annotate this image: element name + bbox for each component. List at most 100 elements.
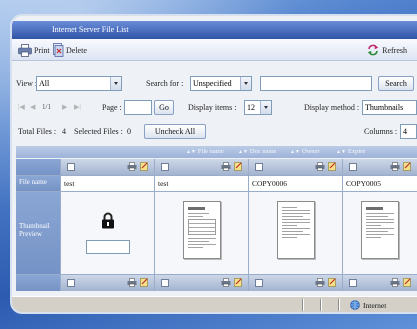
refresh-button[interactable]: Refresh (366, 43, 407, 57)
search-input[interactable] (260, 76, 372, 91)
page-label: Page : (102, 103, 122, 112)
print-file-icon[interactable] (221, 278, 231, 287)
chevron-down-icon (110, 77, 121, 90)
file-select-checkbox[interactable] (255, 163, 263, 171)
document-thumbnail[interactable] (182, 201, 221, 259)
chevron-down-icon (260, 101, 271, 114)
sort-arrows-icon: ▲▼ (290, 150, 300, 155)
file-header-cell (249, 159, 342, 175)
file-name-cell[interactable]: COPY0006 (249, 176, 342, 191)
file-header-cell (343, 159, 417, 175)
sort-link-doc-name[interactable]: ▲▼ Doc name (238, 146, 276, 159)
view-select-value: All (39, 79, 50, 88)
print-file-icon[interactable] (390, 278, 400, 287)
display-items-select[interactable]: 12 (244, 100, 272, 115)
file-footer-cell (249, 275, 342, 291)
edit-file-icon[interactable] (403, 162, 412, 171)
edit-file-icon[interactable] (234, 162, 243, 171)
print-file-icon[interactable] (127, 278, 137, 287)
thumbnail-cell (249, 192, 342, 274)
display-method-select[interactable]: Thumbnails (362, 100, 417, 115)
grid-corner (16, 275, 60, 291)
selected-files-count: 0 (127, 127, 131, 136)
sort-link-label: Doc name (249, 148, 277, 155)
document-thumbnail[interactable] (361, 201, 399, 259)
file-header-cell (61, 159, 154, 175)
total-files-count: 4 (62, 127, 66, 136)
file-name-cell[interactable]: test (61, 176, 154, 191)
pager-row: |◀ ◀ 1/1 ▶ ▶| Page : Go Display items : … (12, 100, 417, 115)
go-button[interactable]: Go (154, 100, 174, 115)
display-method-value: Thumbnails (365, 103, 404, 112)
print-file-icon[interactable] (315, 162, 325, 171)
prev-page-icon[interactable]: ◀ (30, 100, 35, 115)
edit-file-icon[interactable] (234, 278, 243, 287)
edit-file-icon[interactable] (328, 162, 337, 171)
page-input[interactable] (124, 100, 152, 115)
browser-window: Internet Server File List Print Delete R… (10, 14, 417, 314)
edit-file-icon[interactable] (328, 278, 337, 287)
sort-link-owner[interactable]: ▲▼ Owner (290, 146, 320, 159)
file-select-checkbox[interactable] (67, 163, 75, 171)
globe-icon (350, 300, 360, 310)
file-select-checkbox[interactable] (349, 279, 357, 287)
thumbnail-cell (343, 192, 417, 274)
file-name-row-label: File name (16, 176, 60, 191)
toolbar: Print Delete Refresh (12, 39, 417, 61)
file-name-cell[interactable]: test (155, 176, 248, 191)
status-divider (302, 299, 304, 311)
print-label: Print (34, 45, 50, 55)
refresh-icon (367, 44, 379, 56)
file-select-checkbox[interactable] (161, 163, 169, 171)
columns-value: 4 (403, 127, 407, 136)
print-file-icon[interactable] (221, 162, 231, 171)
file-footer-cell (343, 275, 417, 291)
file-select-checkbox[interactable] (349, 163, 357, 171)
file-password-input[interactable] (85, 240, 130, 254)
print-file-icon[interactable] (315, 278, 325, 287)
document-thumbnail[interactable] (276, 201, 315, 259)
chevron-down-icon (240, 77, 251, 90)
thumbnail-cell (155, 192, 248, 274)
sort-link-label: Expire (347, 148, 366, 155)
view-label: View : (16, 79, 38, 88)
edit-file-icon[interactable] (140, 278, 149, 287)
first-page-icon[interactable]: |◀ (18, 100, 25, 115)
columns-select[interactable]: 4 (400, 124, 417, 139)
file-select-checkbox[interactable] (67, 279, 75, 287)
print-button[interactable]: Print (18, 43, 50, 57)
sort-link-file-name[interactable]: ▲▼ File name (186, 146, 224, 159)
grid-corner (16, 159, 60, 175)
uncheck-all-button[interactable]: Uncheck All (144, 124, 206, 139)
window-title: Internet Server File List (12, 21, 417, 39)
file-select-checkbox[interactable] (161, 279, 169, 287)
page-indicator: 1/1 (42, 103, 51, 111)
view-select[interactable]: All (36, 76, 122, 91)
delete-icon (53, 43, 64, 57)
print-file-icon[interactable] (390, 162, 400, 171)
file-select-checkbox[interactable] (255, 279, 263, 287)
delete-button[interactable]: Delete (52, 43, 87, 57)
search-button[interactable]: Search (378, 76, 414, 91)
sort-arrows-icon: ▲▼ (336, 150, 346, 155)
status-divider (338, 299, 340, 311)
edit-file-icon[interactable] (403, 278, 412, 287)
display-items-label: Display items : (188, 103, 237, 112)
print-file-icon[interactable] (127, 162, 137, 171)
refresh-label: Refresh (382, 45, 407, 55)
columns-label: Columns : (364, 127, 398, 136)
edit-file-icon[interactable] (140, 162, 149, 171)
search-for-select-value: Unspecified (193, 79, 232, 88)
security-zone: Internet (350, 298, 386, 312)
next-page-icon[interactable]: ▶ (62, 100, 67, 115)
search-for-select[interactable]: Unspecified (190, 76, 252, 91)
file-footer-cell (155, 275, 248, 291)
file-name-cell[interactable]: COPY0005 (343, 176, 417, 191)
last-page-icon[interactable]: ▶| (74, 100, 81, 115)
print-icon (18, 43, 32, 57)
display-method-label: Display method : (304, 103, 360, 112)
search-for-label: Search for : (146, 79, 184, 88)
sort-link-expire[interactable]: ▲▼ Expire (336, 146, 365, 159)
total-files-label: Total Files : (18, 127, 57, 136)
delete-label: Delete (66, 45, 87, 55)
